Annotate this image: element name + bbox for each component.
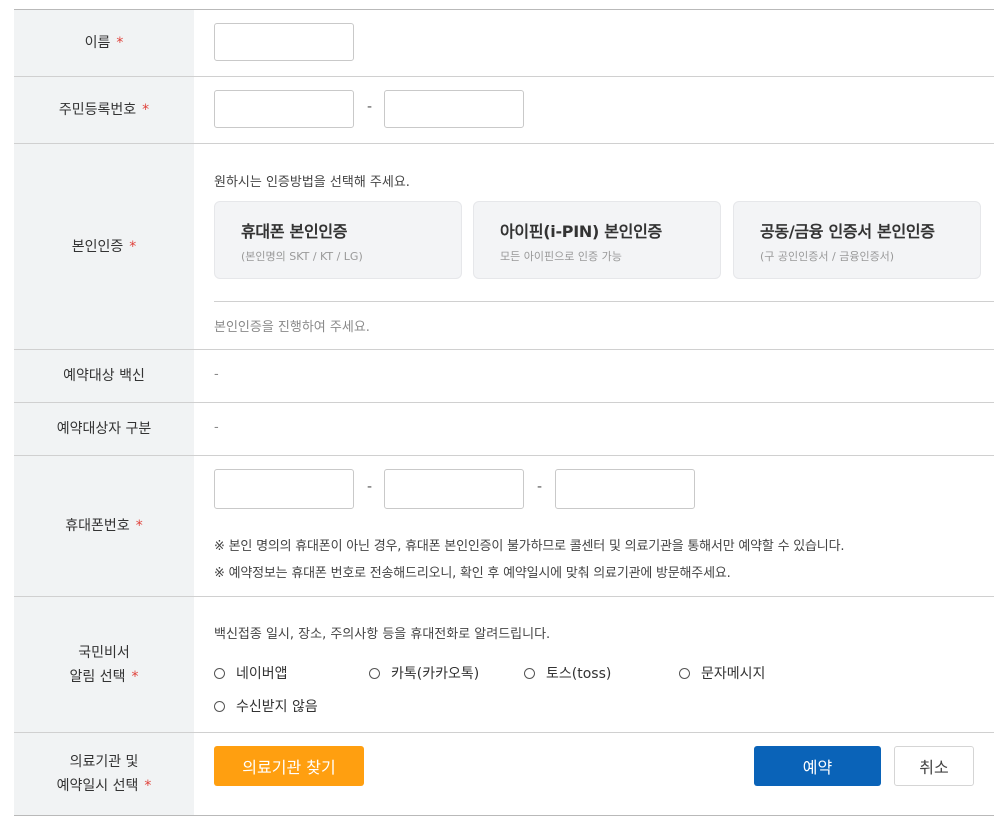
notify-row: 국민비서 알림 선택 * 백신접종 일시, 장소, 주의사항 등을 휴대전화로 알…	[14, 597, 994, 733]
required-mark: *	[129, 238, 137, 255]
required-mark: *	[135, 518, 143, 534]
auth-row: 본인인증 * 원하시는 인증방법을 선택해 주세요. 휴대폰 본인인증 (본인명의…	[14, 144, 994, 350]
reservation-form: 이름 * 주민등록번호 * - 본인인증 * 원하시는 인증방법을 선택해 주세요. …	[14, 9, 994, 816]
name-row: 이름 *	[14, 10, 994, 77]
rrn-separator: -	[367, 99, 373, 115]
notify-label: 국민비서 알림 선택 *	[14, 597, 194, 732]
ipin-auth-button[interactable]: 아이핀(i-PIN) 본인인증 모든 아이핀으로 인증 가능	[473, 201, 721, 279]
auth-status: 본인인증을 진행하여 주세요.	[214, 320, 370, 335]
phone-note-1: ※ 본인 명의의 휴대폰이 아닌 경우, 휴대폰 본인인증이 불가하므로 콜센터…	[214, 539, 845, 554]
notify-option-kakao[interactable]: 카톡(카카오톡)	[369, 663, 479, 683]
rrn-label: 주민등록번호 *	[14, 77, 194, 143]
phone-first-input[interactable]	[214, 469, 354, 509]
radio-icon	[214, 667, 225, 679]
clinic-label: 의료기관 및 예약일시 선택 *	[14, 733, 194, 815]
category-label: 예약대상자 구분	[14, 403, 194, 455]
notify-option-none[interactable]: 수신받지 않음	[214, 696, 318, 716]
phone-auth-button[interactable]: 휴대폰 본인인증 (본인명의 SKT / KT / LG)	[214, 201, 462, 279]
find-clinic-button[interactable]: 의료기관 찾기	[214, 746, 364, 786]
vaccine-value: -	[214, 367, 219, 382]
auth-label: 본인인증 *	[14, 144, 194, 349]
notify-option-sms[interactable]: 문자메시지	[679, 663, 765, 683]
category-value: -	[214, 420, 219, 435]
phone-row: 휴대폰번호 * - - ※ 본인 명의의 휴대폰이 아닌 경우, 휴대폰 본인인증…	[14, 456, 994, 597]
category-row: 예약대상자 구분 -	[14, 403, 994, 456]
name-input[interactable]	[214, 23, 354, 61]
required-mark: *	[144, 778, 152, 794]
phone-separator-2: -	[537, 479, 543, 495]
notify-option-toss[interactable]: 토스(toss)	[524, 663, 611, 683]
notify-intro: 백신접종 일시, 장소, 주의사항 등을 휴대전화로 알려드립니다.	[214, 627, 551, 642]
notify-option-naver[interactable]: 네이버앱	[214, 663, 288, 683]
auth-intro: 원하시는 인증방법을 선택해 주세요.	[214, 175, 410, 190]
required-mark: *	[142, 102, 150, 118]
phone-last-input[interactable]	[555, 469, 695, 509]
rrn-row: 주민등록번호 * -	[14, 77, 994, 144]
phone-separator-1: -	[367, 479, 373, 495]
cancel-button[interactable]: 취소	[894, 746, 974, 786]
radio-icon	[369, 667, 380, 679]
phone-label: 휴대폰번호 *	[14, 456, 194, 596]
rrn-front-input[interactable]	[214, 90, 354, 128]
radio-icon	[524, 667, 535, 679]
name-label: 이름 *	[14, 10, 194, 76]
vaccine-row: 예약대상 백신 -	[14, 350, 994, 403]
clinic-row: 의료기관 및 예약일시 선택 * 의료기관 찾기 예약 취소	[14, 733, 994, 816]
vaccine-label: 예약대상 백신	[14, 350, 194, 402]
rrn-back-input[interactable]	[384, 90, 524, 128]
reserve-button[interactable]: 예약	[754, 746, 881, 786]
required-mark: *	[131, 668, 139, 685]
auth-divider	[214, 301, 994, 302]
phone-middle-input[interactable]	[384, 469, 524, 509]
radio-icon	[679, 667, 690, 679]
radio-icon	[214, 700, 225, 712]
phone-note-2: ※ 예약정보는 휴대폰 번호로 전송해드리오니, 확인 후 예약일시에 맞춰 의…	[214, 566, 731, 581]
certificate-auth-button[interactable]: 공동/금융 인증서 본인인증 (구 공인인증서 / 금융인증서)	[733, 201, 981, 279]
required-mark: *	[116, 35, 124, 51]
